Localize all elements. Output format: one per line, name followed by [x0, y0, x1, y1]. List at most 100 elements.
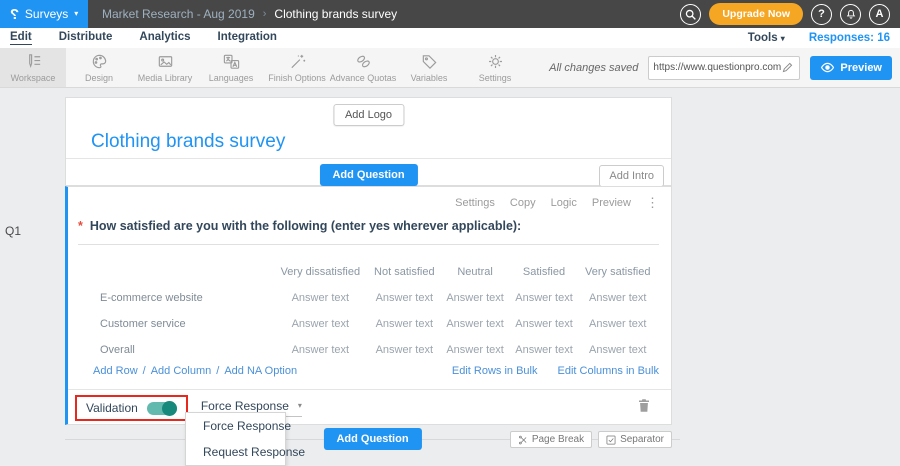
toolbar-item-label: Variables — [411, 73, 448, 83]
question-settings-button[interactable]: Settings — [455, 197, 495, 209]
toolbar-item-label: Media Library — [138, 73, 193, 83]
separator-button[interactable]: Separator — [598, 431, 672, 448]
toolbar-item-languages[interactable]: Languages — [198, 48, 264, 87]
answer-cell[interactable]: Answer text — [273, 285, 368, 311]
toolbar-item-label: Languages — [209, 73, 254, 83]
add-intro-button[interactable]: Add Intro — [599, 165, 664, 187]
question-copy-button[interactable]: Copy — [510, 197, 536, 209]
question-preview-button[interactable]: Preview — [592, 197, 631, 209]
answer-cell[interactable]: Answer text — [578, 285, 657, 311]
surveys-product-menu[interactable]: ? Surveys ▾ — [0, 0, 88, 28]
divider — [66, 158, 671, 159]
tab-edit[interactable]: Edit — [10, 31, 32, 45]
required-asterisk: * — [78, 219, 83, 233]
toggle-knob — [162, 401, 177, 416]
grid-edit-links: Add Row / Add Column / Add NA Option Edi… — [93, 365, 659, 377]
toolbar-item-variables[interactable]: Variables — [396, 48, 462, 87]
nav-right: Tools ▾ Responses: 16 — [748, 32, 900, 44]
question-card: Settings Copy Logic Preview ⋮ * How sati… — [65, 186, 672, 425]
palette-icon — [90, 52, 109, 71]
toolbar-item-workspace[interactable]: Workspace — [0, 48, 66, 87]
answer-cell[interactable]: Answer text — [510, 337, 579, 363]
answer-cell[interactable]: Answer text — [441, 285, 510, 311]
tab-analytics[interactable]: Analytics — [139, 31, 190, 45]
scissors-icon — [518, 435, 528, 445]
breadcrumb-survey-name[interactable]: Clothing brands survey — [274, 7, 397, 21]
table-row: Customer service Answer text Answer text… — [100, 311, 657, 337]
edit-columns-bulk-link[interactable]: Edit Columns in Bulk — [558, 365, 660, 377]
validation-row: Validation Force Response ▾ — [75, 393, 659, 423]
column-header[interactable]: Very dissatisfied — [273, 259, 368, 285]
header-actions: Upgrade Now ? A — [680, 3, 900, 25]
edit-rows-bulk-link[interactable]: Edit Rows in Bulk — [452, 365, 538, 377]
toolbar-item-settings[interactable]: Settings — [462, 48, 528, 87]
page-break-label: Page Break — [532, 434, 584, 445]
add-row-link[interactable]: Add Row — [93, 365, 138, 377]
preview-button[interactable]: Preview — [810, 56, 892, 80]
add-question-footer: Add Question Page Break Separator — [65, 425, 680, 456]
add-question-button-bottom[interactable]: Add Question — [323, 428, 421, 450]
answer-cell[interactable]: Answer text — [273, 337, 368, 363]
column-header[interactable]: Neutral — [441, 259, 510, 285]
answer-cell[interactable]: Answer text — [368, 311, 441, 337]
toolbar-item-media-library[interactable]: Media Library — [132, 48, 198, 87]
column-header[interactable]: Not satisfied — [368, 259, 441, 285]
responses-count[interactable]: Responses: 16 — [809, 32, 890, 44]
link-separator: / — [143, 365, 146, 377]
tab-distribute[interactable]: Distribute — [59, 31, 113, 45]
column-header[interactable]: Satisfied — [510, 259, 579, 285]
row-label[interactable]: Customer service — [100, 311, 273, 337]
toolbar-item-advance-quotas[interactable]: Advance Quotas — [330, 48, 396, 87]
row-label[interactable]: E-commerce website — [100, 285, 273, 311]
answer-cell[interactable]: Answer text — [368, 285, 441, 311]
add-column-link[interactable]: Add Column — [151, 365, 212, 377]
survey-title[interactable]: Clothing brands survey — [91, 131, 285, 153]
question-text-row: * How satisfied are you with the followi… — [78, 219, 659, 245]
search-icon — [684, 8, 697, 21]
chevron-down-icon: ▾ — [298, 402, 302, 410]
table-row: Overall Answer text Answer text Answer t… — [100, 337, 657, 363]
answer-cell[interactable]: Answer text — [510, 311, 579, 337]
answer-cell[interactable]: Answer text — [578, 311, 657, 337]
validation-dropdown-menu: Force Response Request Response — [185, 412, 286, 466]
delete-question-button[interactable] — [637, 398, 651, 418]
add-logo-button[interactable]: Add Logo — [333, 104, 404, 126]
question-logic-button[interactable]: Logic — [551, 197, 577, 209]
eye-icon — [820, 62, 835, 73]
toolbar-item-design[interactable]: Design — [66, 48, 132, 87]
survey-url-input[interactable] — [653, 62, 781, 73]
dropdown-option-request-response[interactable]: Request Response — [186, 439, 285, 465]
kebab-menu-icon[interactable]: ⋮ — [646, 195, 659, 211]
answer-cell[interactable]: Answer text — [441, 337, 510, 363]
row-label[interactable]: Overall — [100, 337, 273, 363]
validation-toggle[interactable] — [147, 402, 177, 415]
upgrade-now-button[interactable]: Upgrade Now — [709, 3, 803, 25]
add-question-button-top[interactable]: Add Question — [319, 164, 417, 186]
tools-menu[interactable]: Tools ▾ — [748, 32, 785, 44]
answer-cell[interactable]: Answer text — [368, 337, 441, 363]
notifications-button[interactable] — [840, 4, 861, 25]
page-break-button[interactable]: Page Break — [510, 431, 592, 448]
dropdown-option-force-response[interactable]: Force Response — [186, 413, 285, 439]
toolbar-item-finish-options[interactable]: Finish Options — [264, 48, 330, 87]
search-button[interactable] — [680, 4, 701, 25]
avatar[interactable]: A — [869, 4, 890, 25]
add-na-option-link[interactable]: Add NA Option — [224, 365, 297, 377]
column-header[interactable]: Very satisfied — [578, 259, 657, 285]
top-header: ? Surveys ▾ Market Research - Aug 2019 ›… — [0, 0, 900, 28]
help-button[interactable]: ? — [811, 4, 832, 25]
answer-cell[interactable]: Answer text — [510, 285, 579, 311]
answer-cell[interactable]: Answer text — [273, 311, 368, 337]
answer-cell[interactable]: Answer text — [441, 311, 510, 337]
breadcrumb-folder[interactable]: Market Research - Aug 2019 — [102, 7, 255, 21]
breadcrumb: Market Research - Aug 2019 › Clothing br… — [102, 7, 397, 21]
validation-type-value: Force Response — [201, 399, 289, 413]
edit-pencil-icon[interactable] — [781, 61, 794, 74]
question-text[interactable]: How satisfied are you with the following… — [90, 219, 521, 233]
edit-toolbar: Workspace Design Media Library Languages… — [0, 48, 900, 88]
gear-icon — [486, 52, 505, 71]
tab-integration[interactable]: Integration — [218, 31, 277, 45]
answer-cell[interactable]: Answer text — [578, 337, 657, 363]
questionpro-logo-icon: ? — [10, 6, 19, 23]
separator-label: Separator — [620, 434, 664, 445]
